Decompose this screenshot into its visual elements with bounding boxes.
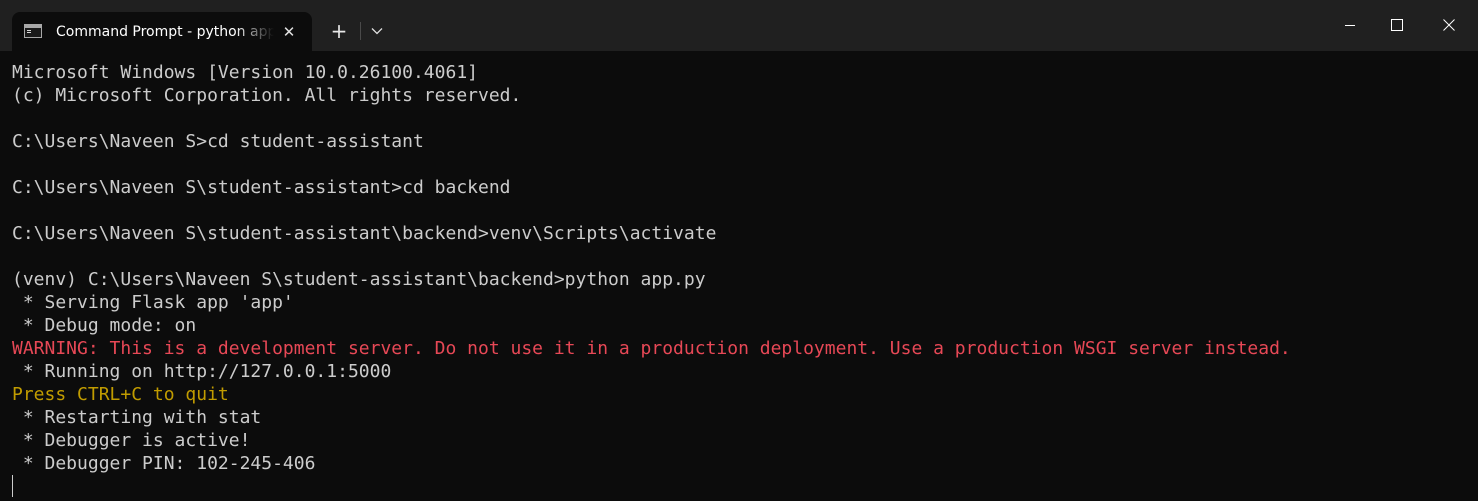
console-line: * Debugger PIN: 102-245-406 <box>12 453 316 474</box>
console-line: (c) Microsoft Corporation. All rights re… <box>12 85 522 106</box>
minimize-icon <box>1345 25 1355 26</box>
console-cursor-line <box>12 475 1472 497</box>
console-line: C:\Users\Naveen S\student-assistant\back… <box>12 223 717 244</box>
profile-dropdown-button[interactable] <box>363 17 391 45</box>
tab-command-prompt[interactable]: Command Prompt - python app.py ✕ <box>12 12 312 51</box>
title-bar: Command Prompt - python app.py ✕ + <box>0 0 1478 51</box>
close-window-button[interactable] <box>1424 0 1474 51</box>
maximize-icon <box>1391 19 1403 31</box>
console-output[interactable]: Microsoft Windows [Version 10.0.26100.40… <box>12 61 1472 497</box>
close-tab-button[interactable]: ✕ <box>276 19 302 45</box>
maximize-button[interactable] <box>1372 0 1422 51</box>
console-quit-hint-line: Press CTRL+C to quit <box>12 384 229 405</box>
console-line: * Debugger is active! <box>12 430 251 451</box>
console-line: Microsoft Windows [Version 10.0.26100.40… <box>12 62 478 83</box>
text-cursor <box>12 475 13 497</box>
tab-separator <box>360 22 361 40</box>
console-line: * Restarting with stat <box>12 407 262 428</box>
cmd-icon <box>24 24 42 38</box>
console-line: * Running on http://127.0.0.1:5000 <box>12 361 392 382</box>
console-line: * Debug mode: on <box>12 315 197 336</box>
minimize-button[interactable] <box>1325 0 1375 51</box>
new-tab-button[interactable]: + <box>323 16 355 46</box>
console-line: (venv) C:\Users\Naveen S\student-assista… <box>12 269 706 290</box>
console-line: C:\Users\Naveen S\student-assistant>cd b… <box>12 177 511 198</box>
console-line: * Serving Flask app 'app' <box>12 292 294 313</box>
close-icon <box>1443 19 1455 31</box>
chevron-down-icon <box>371 28 383 35</box>
tab-title: Command Prompt - python app.py <box>56 24 274 40</box>
console-warning-line: WARNING: This is a development server. D… <box>12 338 1291 359</box>
console-line: C:\Users\Naveen S>cd student-assistant <box>12 131 424 152</box>
terminal-window: Command Prompt - python app.py ✕ + Micro… <box>0 0 1478 501</box>
